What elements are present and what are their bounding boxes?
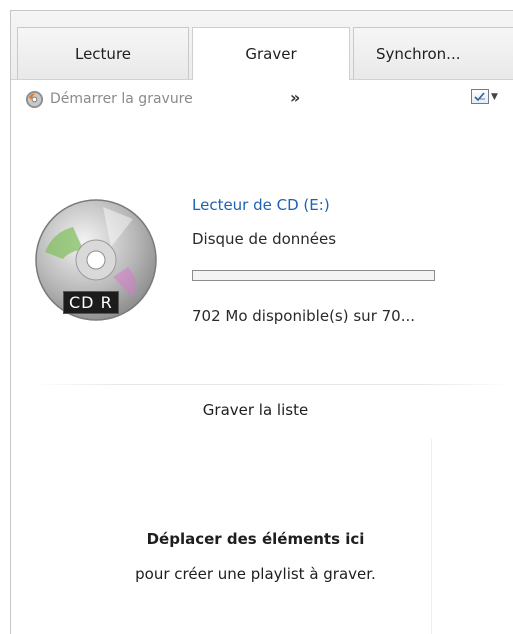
device-panel: CD R Lecteur de CD (E:) Disque de donnée… [11, 131, 513, 381]
burn-pane: Lecture Graver Synchron... Démarrer la g… [10, 10, 513, 634]
start-burn-label: Démarrer la gravure [50, 91, 193, 107]
drop-zone-subtitle: pour créer une playlist à graver. [135, 565, 376, 583]
device-disc-type: Disque de données [192, 230, 337, 248]
cd-r-label: CD R [63, 291, 119, 314]
device-name-link[interactable]: Lecteur de CD (E:) [192, 196, 330, 214]
drop-zone-title: Déplacer des éléments ici [146, 530, 365, 548]
divider [31, 384, 513, 385]
list-options-button[interactable]: ▼ [471, 89, 498, 104]
burn-disc-icon [25, 90, 44, 108]
tab-graver[interactable]: Graver [192, 27, 350, 80]
tab-synchroniser[interactable]: Synchron... [353, 27, 513, 79]
tab-graver-label: Graver [245, 45, 297, 63]
tab-sync-label: Synchron... [376, 44, 461, 63]
burn-list-title: Graver la liste [202, 401, 309, 419]
dropdown-caret-icon: ▼ [491, 91, 498, 102]
list-options-icon [471, 89, 489, 104]
more-commands-button[interactable]: » [290, 88, 300, 107]
start-burn-button[interactable]: Démarrer la gravure [25, 86, 193, 112]
chevron-right-icon: » [290, 88, 300, 107]
disc-capacity-bar [192, 270, 435, 281]
tab-lecture[interactable]: Lecture [17, 27, 189, 79]
tab-strip: Lecture Graver Synchron... [11, 11, 513, 80]
tab-lecture-label: Lecture [74, 44, 132, 63]
burn-toolbar: Démarrer la gravure » ▼ [11, 80, 513, 118]
device-free-space: 702 Mo disponible(s) sur 70... [192, 307, 416, 325]
